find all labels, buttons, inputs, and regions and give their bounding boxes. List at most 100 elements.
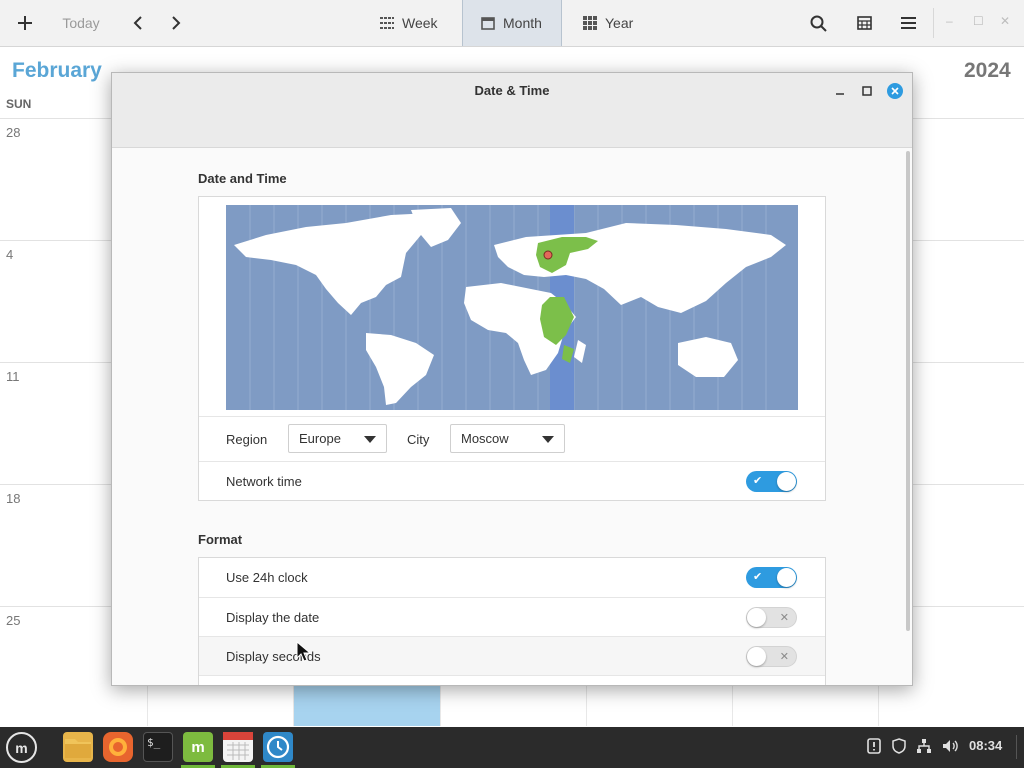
check-icon: ✔ <box>753 571 763 583</box>
tab-week-label: Week <box>402 15 438 31</box>
dialog-scrollbar[interactable] <box>906 151 910 631</box>
display-seconds-row: Display seconds ✕ <box>199 636 825 675</box>
region-label: Region <box>226 432 268 447</box>
update-manager-icon[interactable] <box>867 738 881 757</box>
city-label: City <box>407 432 430 447</box>
network-time-label: Network time <box>226 474 302 489</box>
check-icon: ✔ <box>753 475 763 487</box>
files-icon[interactable] <box>63 732 93 762</box>
x-icon: ✕ <box>779 651 789 663</box>
network-time-row: Network time ✔ <box>199 461 825 500</box>
calendar-manager-button[interactable] <box>852 0 876 46</box>
tab-week[interactable]: Week <box>362 0 462 46</box>
search-icon <box>810 15 827 32</box>
volume-icon[interactable] <box>942 738 959 757</box>
format-panel: Use 24h clock ✔ Display the date ✕ Displ… <box>198 557 826 685</box>
security-shield-icon <box>892 738 906 754</box>
next-button[interactable] <box>164 0 188 46</box>
month-title: February <box>12 59 102 82</box>
date-time-dialog: Date & Time Date and Time Region Europe … <box>111 72 913 686</box>
weekday-header: SUN <box>6 97 32 111</box>
firefox-logo-icon <box>109 738 127 756</box>
dropdown-arrow-icon <box>364 436 376 443</box>
day-cell-number[interactable]: 25 <box>6 613 20 628</box>
region-city-row: Region Europe City Moscow <box>199 416 825 461</box>
section-heading-date-time: Date and Time <box>198 171 287 186</box>
toolbar-separator <box>933 8 934 38</box>
switch-knob <box>777 472 796 491</box>
main-menu-button[interactable] <box>896 0 920 46</box>
clock-icon[interactable] <box>263 732 293 762</box>
day-cell-number[interactable]: 4 <box>6 247 13 262</box>
next-format-row <box>199 675 825 685</box>
calendar-app-icon <box>223 732 253 760</box>
show-desktop-divider[interactable] <box>1016 735 1017 759</box>
use-24h-row: Use 24h clock ✔ <box>199 558 825 597</box>
hamburger-menu-icon <box>900 17 916 29</box>
display-seconds-switch[interactable]: ✕ <box>746 646 797 667</box>
selected-city-marker[interactable] <box>543 250 553 260</box>
search-button[interactable] <box>806 0 830 46</box>
add-event-button[interactable] <box>10 0 40 46</box>
firefox-icon[interactable] <box>103 732 133 762</box>
network-wired-icon <box>917 739 931 753</box>
shield-icon[interactable] <box>891 738 907 757</box>
mintinstall-icon[interactable]: m <box>183 732 213 762</box>
network-icon[interactable] <box>916 738 932 757</box>
clock-app-icon <box>266 735 290 759</box>
date-time-panel: Region Europe City Moscow Network time ✔ <box>198 196 826 501</box>
calendar-icon[interactable] <box>223 732 253 762</box>
year-grid-icon <box>583 16 597 30</box>
taskbar: m $_ m 08:34 <box>0 727 1024 768</box>
dialog-titlebar: Date & Time <box>112 73 912 148</box>
timezone-world-map[interactable] <box>226 205 798 410</box>
switch-knob <box>777 568 796 587</box>
tab-year-label: Year <box>605 15 634 31</box>
tab-month[interactable]: Month <box>462 0 562 46</box>
dialog-title: Date & Time <box>474 83 550 98</box>
use-24h-label: Use 24h clock <box>226 570 308 585</box>
plus-icon <box>18 16 32 30</box>
calendar-toolbar: Today Week Month Year – ☐ ✕ <box>0 0 1024 47</box>
day-cell-number[interactable]: 11 <box>6 369 20 384</box>
close-icon[interactable]: ✕ <box>1000 14 1010 28</box>
day-cell-number[interactable]: 18 <box>6 491 20 506</box>
display-date-row: Display the date ✕ <box>199 597 825 636</box>
mouse-cursor-icon <box>296 641 312 662</box>
city-value: Moscow <box>461 431 509 446</box>
year-title: 2024 <box>964 59 1011 82</box>
dialog-maximize-button[interactable] <box>859 83 875 99</box>
dialog-minimize-button[interactable] <box>832 83 848 99</box>
minimize-icon <box>836 93 844 95</box>
day-cell-number[interactable]: 28 <box>6 125 20 140</box>
today-button[interactable]: Today <box>58 0 104 46</box>
region-value: Europe <box>299 431 341 446</box>
section-heading-format: Format <box>198 532 243 547</box>
switch-knob <box>747 647 766 666</box>
maximize-icon[interactable]: ☐ <box>973 14 984 28</box>
x-icon: ✕ <box>779 612 789 624</box>
previous-button[interactable] <box>126 0 150 46</box>
calendar-grid-icon <box>856 16 872 30</box>
region-dropdown[interactable]: Europe <box>288 424 387 453</box>
switch-knob <box>747 608 766 627</box>
speaker-icon <box>943 740 958 752</box>
city-dropdown[interactable]: Moscow <box>450 424 565 453</box>
tab-year[interactable]: Year <box>565 0 665 46</box>
maximize-icon <box>862 86 872 96</box>
display-date-label: Display the date <box>226 610 320 625</box>
tab-month-label: Month <box>503 15 542 31</box>
today-highlight-cell[interactable] <box>294 686 440 726</box>
use-24h-switch[interactable]: ✔ <box>746 567 797 588</box>
minimize-icon[interactable]: – <box>946 14 953 28</box>
week-grid-icon <box>380 17 394 29</box>
chevron-right-icon <box>172 16 181 30</box>
menu-icon[interactable]: m <box>6 732 37 763</box>
network-time-switch[interactable]: ✔ <box>746 471 797 492</box>
dialog-close-button[interactable] <box>887 83 903 99</box>
month-calendar-icon <box>481 16 495 30</box>
dropdown-arrow-icon <box>542 436 554 443</box>
display-date-switch[interactable]: ✕ <box>746 607 797 628</box>
taskbar-clock[interactable]: 08:34 <box>969 738 1002 753</box>
terminal-icon[interactable]: $_ <box>143 732 173 762</box>
